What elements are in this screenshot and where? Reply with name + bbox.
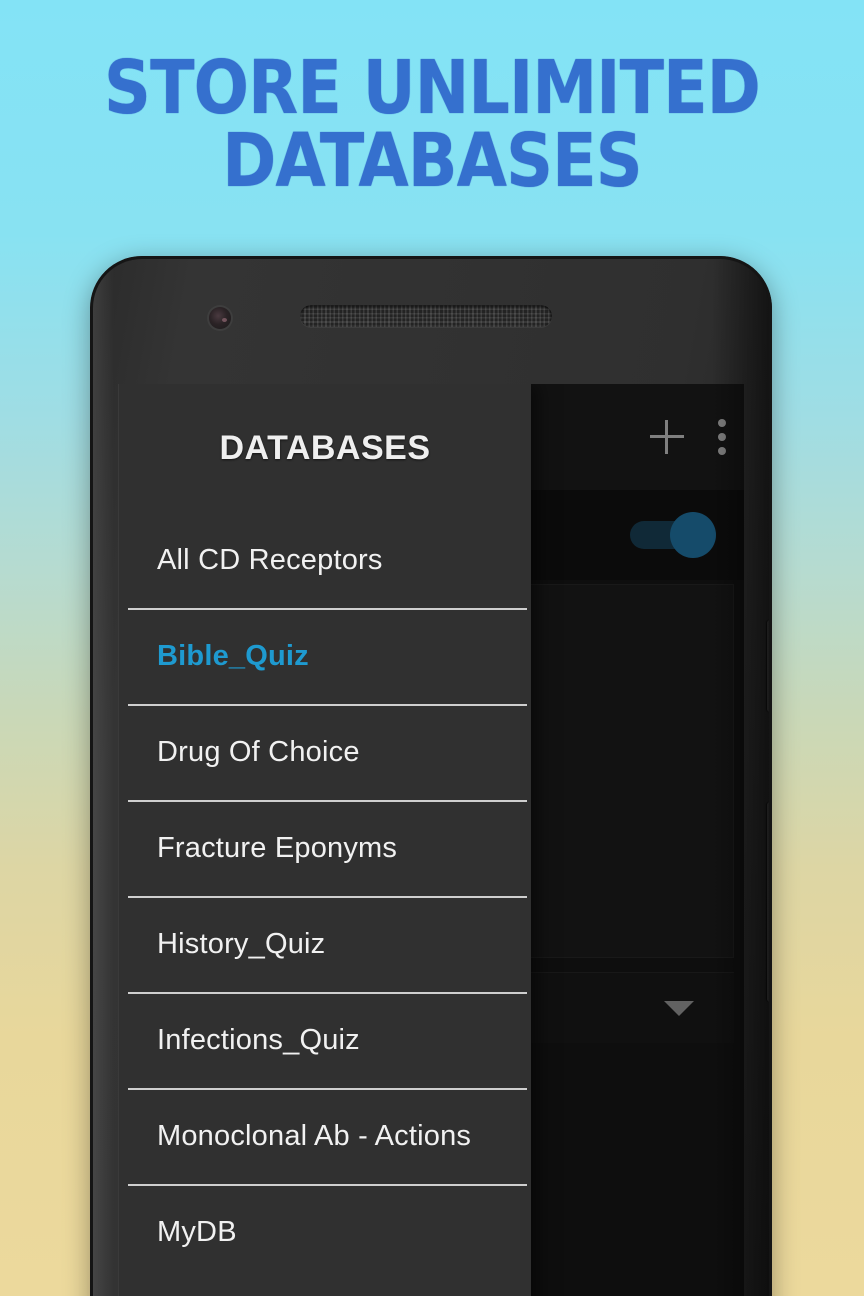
list-item-label: Bible_Quiz: [157, 639, 309, 672]
list-item-label: Fracture Eponyms: [157, 831, 398, 864]
sidebar-item-history-quiz[interactable]: History_Quiz: [119, 896, 531, 992]
list-item-label: Monoclonal Ab - Actions: [157, 1119, 472, 1152]
database-list: All CD Receptors Bible_Quiz Drug Of Choi…: [119, 512, 531, 1296]
chevron-down-icon[interactable]: [664, 1001, 694, 1016]
list-item-label: All CD Receptors: [157, 543, 383, 576]
dot: [718, 447, 726, 455]
list-item-label: History_Quiz: [157, 927, 326, 960]
dot: [718, 419, 726, 427]
answer-visibility-toggle[interactable]: [630, 512, 716, 558]
front-camera-icon: [209, 307, 231, 329]
phone-edge-highlight: [90, 256, 114, 1296]
power-button[interactable]: [767, 620, 772, 712]
dot: [718, 433, 726, 441]
drawer-header: DATABASES: [119, 384, 531, 512]
volume-rocker-button[interactable]: [767, 802, 772, 1002]
sidebar-item-all-cd-receptors[interactable]: All CD Receptors: [119, 512, 531, 608]
navigation-drawer: DATABASES All CD Receptors Bible_Quiz Dr…: [118, 384, 531, 1296]
camera-lens-dot: [222, 318, 227, 322]
list-item-label: Infections_Quiz: [157, 1023, 360, 1056]
phone-device: things did minion? er the fowl attle. an…: [90, 256, 772, 1296]
sidebar-item-bible-quiz[interactable]: Bible_Quiz: [119, 608, 531, 704]
list-item-label: MyDB: [157, 1215, 237, 1248]
list-item-label: Drug Of Choice: [157, 735, 360, 768]
drawer-title: DATABASES: [219, 428, 431, 467]
plus-icon[interactable]: [650, 420, 684, 454]
sidebar-item-fracture-eponyms[interactable]: Fracture Eponyms: [119, 800, 531, 896]
promo-headline: STORE UNLIMITED DATABASES: [104, 45, 761, 204]
promo-screenshot: STORE UNLIMITED DATABASES DATABASES All …: [0, 0, 864, 1296]
sidebar-item-infections-quiz[interactable]: Infections_Quiz: [119, 992, 531, 1088]
earpiece-speaker-icon: [300, 305, 552, 327]
sidebar-item-mydb[interactable]: MyDB: [119, 1184, 531, 1280]
toggle-thumb: [670, 512, 716, 558]
sidebar-item-monoclonal-ab-actions[interactable]: Monoclonal Ab - Actions: [119, 1088, 531, 1184]
sidebar-item-drug-of-choice[interactable]: Drug Of Choice: [119, 704, 531, 800]
more-vertical-icon[interactable]: [718, 419, 726, 455]
app-bar-actions: [650, 384, 726, 490]
phone-screen: things did minion? er the fowl attle. an…: [118, 384, 744, 1296]
